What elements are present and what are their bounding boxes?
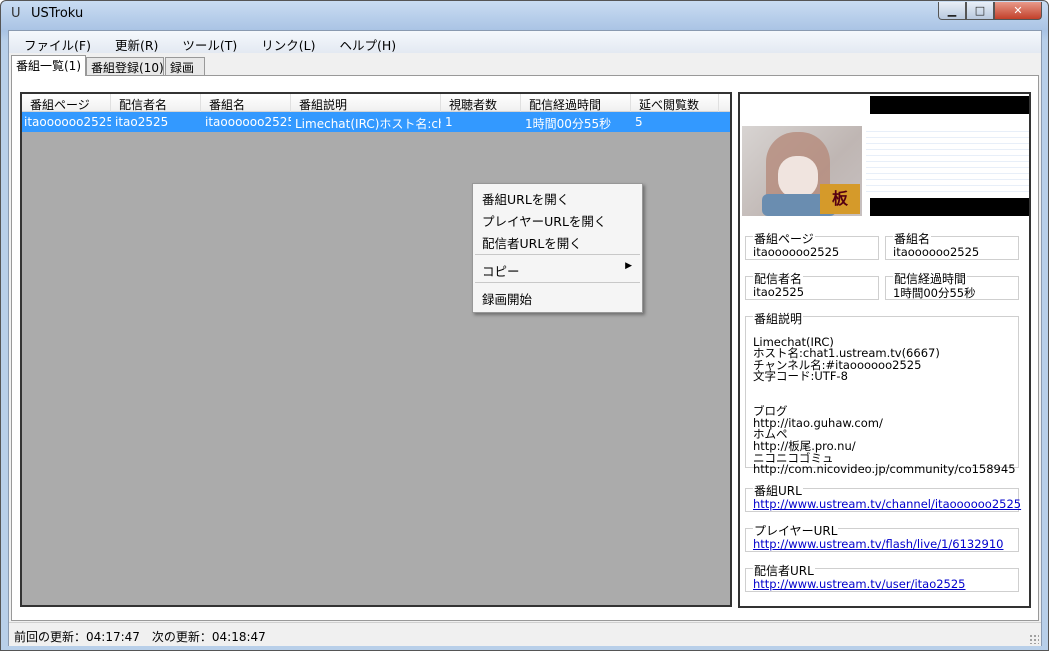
close-icon: ✕ (1013, 4, 1023, 17)
program-page-value: itaoooooo2525 (753, 245, 840, 259)
list-header: 番組ページ 配信者名 番組名 番組説明 視聴者数 配信経過時間 延べ閲覧数 (22, 94, 730, 112)
menu-item-open-streamer-url[interactable]: 配信者URLを開く (473, 230, 642, 251)
streamer-name-field: 配信者名 itao2525 (745, 270, 879, 300)
description-text[interactable]: Limechat(IRC) ホスト名:chat1.ustream.tv(6667… (753, 325, 1016, 476)
column-header-program-name[interactable]: 番組名 (201, 94, 291, 112)
thumbnail-avatar-image: 板 (742, 126, 862, 216)
program-name-value: itaoooooo2525 (893, 245, 980, 259)
context-menu: 番組URLを開く プレイヤーURLを開く 配信者URLを開く コピー ▶ 録画開… (472, 183, 643, 313)
menu-item-open-program-url[interactable]: 番組URLを開く (473, 186, 642, 207)
column-header-streamer-name[interactable]: 配信者名 (111, 94, 201, 112)
tab-recording[interactable]: 録画 (165, 57, 205, 75)
title-bar[interactable]: U USTroku ▁ □ ✕ (1, 1, 1048, 29)
column-header-elapsed[interactable]: 配信経過時間 (521, 94, 631, 112)
streamer-name-value: itao2525 (753, 285, 805, 299)
tab-program-list[interactable]: 番組一覧(1) (11, 55, 86, 76)
maximize-icon: □ (974, 4, 986, 17)
cell-program-page: itaoooooo2525 (24, 115, 111, 129)
stream-thumbnail: 板 (742, 96, 1029, 216)
program-list[interactable]: 番組ページ 配信者名 番組名 番組説明 視聴者数 配信経過時間 延べ閲覧数 it… (20, 92, 732, 607)
program-url-link[interactable]: http://www.ustream.tv/channel/itaoooooo2… (753, 497, 1021, 511)
cell-total-views: 5 (635, 115, 643, 129)
status-text: 前回の更新：04:17:47 次の更新：04:18:47 (14, 630, 266, 644)
menu-file[interactable]: ファイル(F) (9, 31, 100, 53)
menu-bar: ファイル(F) 更新(R) ツール(T) リンク(L) ヘルプ(H) (9, 31, 1041, 53)
app-window: U USTroku ▁ □ ✕ ファイル(F) 更新(R) ツール(T) リンク… (0, 0, 1049, 651)
menu-link[interactable]: リンク(L) (246, 31, 324, 53)
tab-strip: 番組一覧(1) 番組登録(10) 録画 (9, 55, 1041, 76)
detail-panel: 板 番組ページ itaoooooo2525 番組名 itaoooooo2525 … (738, 92, 1031, 608)
player-url-field: プレイヤーURL http://www.ustream.tv/flash/liv… (745, 522, 1019, 552)
thumbnail-chat-log (866, 126, 1029, 196)
menu-help[interactable]: ヘルプ(H) (325, 31, 406, 53)
cell-description: Limechat(IRC)ホスト名:chat... (295, 117, 441, 131)
elapsed-value: 1時間00分55秒 (893, 286, 976, 300)
window-title: USTroku (31, 6, 84, 21)
description-field: 番組説明 Limechat(IRC) ホスト名:chat1.ustream.tv… (745, 310, 1019, 475)
program-url-field: 番組URL http://www.ustream.tv/channel/itao… (745, 482, 1021, 512)
column-header-viewers[interactable]: 視聴者数 (441, 94, 521, 112)
tab-panel: 番組ページ 配信者名 番組名 番組説明 視聴者数 配信経過時間 延べ閲覧数 it… (11, 75, 1039, 621)
program-name-field: 番組名 itaoooooo2525 (885, 230, 1019, 260)
program-page-field: 番組ページ itaoooooo2525 (745, 230, 879, 260)
status-bar: 前回の更新：04:17:47 次の更新：04:18:47 (9, 622, 1041, 646)
column-header-total-views[interactable]: 延べ閲覧数 (631, 94, 719, 112)
streamer-url-link[interactable]: http://www.ustream.tv/user/itao2525 (753, 577, 966, 591)
cell-elapsed: 1時間00分55秒 (525, 117, 612, 131)
column-header-description[interactable]: 番組説明 (291, 94, 441, 112)
menu-separator (475, 282, 640, 283)
streamer-url-field: 配信者URL http://www.ustream.tv/user/itao25… (745, 562, 1019, 592)
submenu-arrow-icon: ▶ (625, 261, 632, 271)
tab-program-registration[interactable]: 番組登録(10) (86, 57, 164, 75)
cell-viewers: 1 (445, 115, 453, 129)
app-icon: U (11, 6, 21, 21)
table-row[interactable]: itaoooooo2525 itao2525 itaoooooo2525 Lim… (22, 112, 730, 132)
menu-item-copy-label: コピー (482, 264, 520, 279)
minimize-icon: ▁ (947, 4, 957, 17)
minimize-button[interactable]: ▁ (938, 2, 966, 20)
close-button[interactable]: ✕ (994, 2, 1042, 20)
column-header-program-page[interactable]: 番組ページ (22, 94, 111, 112)
description-line: http://com.nicovideo.jp/community/co1589… (753, 462, 1016, 477)
player-url-link[interactable]: http://www.ustream.tv/flash/live/1/61329… (753, 537, 1003, 551)
menu-item-open-player-url[interactable]: プレイヤーURLを開く (473, 208, 642, 229)
cell-program-name: itaoooooo2525 (205, 115, 291, 129)
menu-update[interactable]: 更新(R) (100, 31, 167, 53)
thumbnail-bar (870, 198, 1029, 216)
menu-tools[interactable]: ツール(T) (167, 31, 246, 53)
cell-streamer-name: itao2525 (115, 115, 169, 129)
elapsed-field: 配信経過時間 1時間00分55秒 (885, 270, 1019, 300)
thumbnail-bar (870, 96, 1029, 114)
maximize-button[interactable]: □ (966, 2, 994, 20)
resize-grip-icon[interactable] (1029, 634, 1039, 644)
menu-separator (475, 254, 640, 255)
client-area: ファイル(F) 更新(R) ツール(T) リンク(L) ヘルプ(H) 番組一覧(… (8, 30, 1042, 646)
menu-item-copy[interactable]: コピー ▶ (473, 258, 642, 279)
thumbnail-badge: 板 (820, 184, 860, 214)
menu-item-start-recording[interactable]: 録画開始 (473, 286, 642, 307)
description-line: 文字コード:UTF-8 (753, 369, 848, 384)
